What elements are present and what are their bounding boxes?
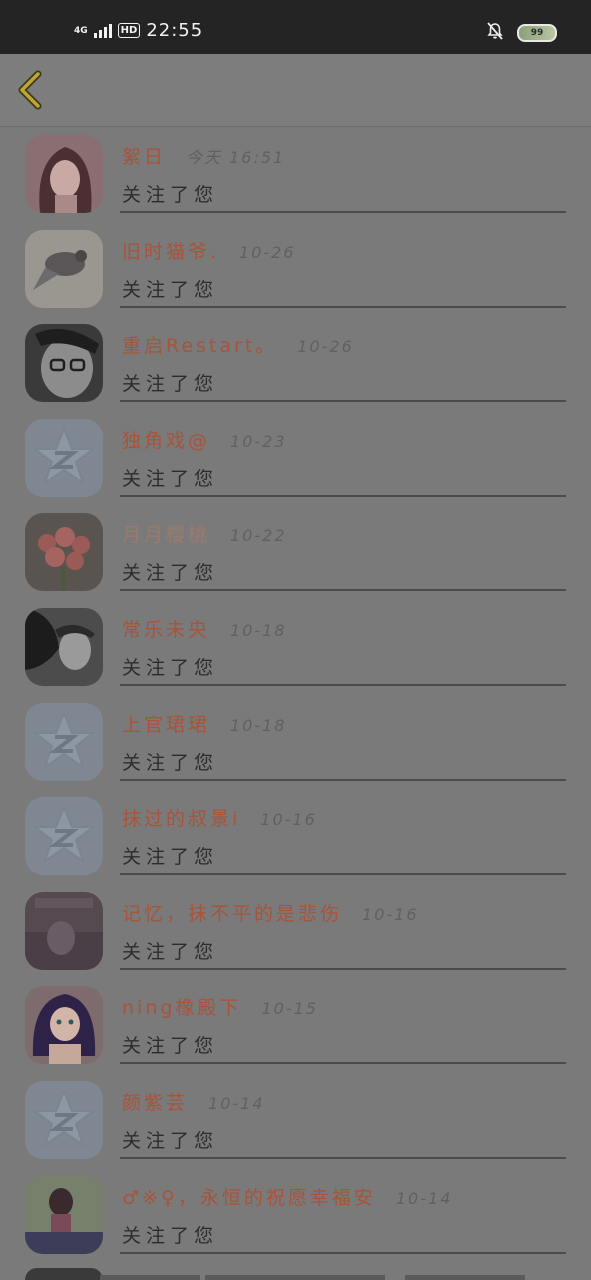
divider	[120, 1251, 566, 1254]
mute-bell-icon	[487, 22, 503, 44]
follower-name[interactable]: 月月樱桃	[122, 520, 210, 547]
follower-list: 絮日 今天 16:51 关注了您 旧时猫爷. 10-26 关注了您 重启Restart。 10…	[0, 128, 591, 1263]
status-time: 22:55	[146, 20, 204, 41]
divider	[120, 778, 566, 781]
avatar[interactable]	[25, 797, 103, 876]
avatar[interactable]	[25, 229, 103, 308]
follow-date: 今天 16:51	[186, 148, 286, 167]
avatar[interactable]	[25, 1175, 103, 1254]
hd-icon: HD	[117, 23, 141, 38]
follower-row[interactable]: 常乐未央 10-18 关注了您	[0, 601, 591, 696]
follow-message: 关注了您	[122, 278, 219, 301]
divider	[120, 305, 566, 308]
partial-row-edge	[405, 1275, 525, 1280]
divider	[120, 589, 566, 592]
avatar[interactable]	[25, 986, 103, 1065]
follow-date: 10-22	[230, 526, 287, 546]
follower-name[interactable]: 独角戏@	[122, 426, 210, 453]
follow-message: 关注了您	[122, 940, 219, 963]
back-arrow-icon[interactable]	[16, 70, 46, 110]
follow-message: 关注了您	[122, 846, 219, 869]
partial-avatar	[25, 1268, 103, 1280]
follower-row[interactable]: 上官珺珺 10-18 关注了您	[0, 696, 591, 791]
follower-row[interactable]: 旧时猫爷. 10-26 关注了您	[0, 223, 591, 318]
follower-name[interactable]: 旧时猫爷.	[122, 237, 219, 264]
follow-message: 关注了您	[122, 656, 219, 679]
signal-icon	[93, 23, 112, 38]
follow-date: 10-18	[230, 715, 287, 735]
follower-row[interactable]: 独角戏@ 10-23 关注了您	[0, 412, 591, 507]
follower-row[interactable]: 颜紫芸 10-14 关注了您	[0, 1074, 591, 1169]
follower-row[interactable]: 絮日 今天 16:51 关注了您	[0, 128, 591, 223]
follow-date: 10-26	[239, 242, 296, 262]
follower-row[interactable]: 记忆，抹不平的是悲伤 10-16 关注了您	[0, 885, 591, 980]
follow-date: 10-16	[260, 810, 317, 830]
follower-row[interactable]: 抹过的叔景i 10-16 关注了您	[0, 790, 591, 885]
avatar[interactable]	[25, 418, 103, 497]
follow-date: 10-18	[230, 620, 287, 640]
follow-date: 10-16	[362, 904, 419, 924]
follower-row[interactable]: ♂※♀，永恒的祝愿幸福安 10-14 关注了您	[0, 1169, 591, 1264]
follower-row[interactable]: ning橡殿下 10-15 关注了您	[0, 979, 591, 1074]
divider	[120, 211, 566, 213]
follow-date: 10-23	[230, 431, 287, 451]
follow-message: 关注了您	[122, 184, 219, 206]
divider	[120, 494, 566, 497]
avatar[interactable]	[25, 891, 103, 970]
divider	[120, 683, 566, 686]
follow-date: 10-14	[208, 1093, 265, 1113]
divider	[120, 1062, 566, 1065]
follow-date: 10-15	[261, 999, 318, 1019]
status-bar: 4G HD 22:55 99	[0, 0, 591, 54]
follow-message: 关注了您	[122, 751, 219, 774]
avatar[interactable]	[25, 1080, 103, 1159]
follower-name[interactable]: ♂※♀，永恒的祝愿幸福安	[122, 1183, 376, 1210]
battery-icon: 99	[517, 24, 557, 42]
divider	[120, 873, 566, 876]
partial-row-edge	[100, 1275, 200, 1280]
follower-row[interactable]: 月月樱桃 10-22 关注了您	[0, 506, 591, 601]
follower-row[interactable]: 重启Restart。 10-26 关注了您	[0, 317, 591, 412]
follow-date: 10-26	[297, 337, 354, 357]
avatar[interactable]	[25, 135, 103, 213]
follower-name[interactable]: 絮日	[122, 142, 166, 169]
avatar[interactable]	[25, 702, 103, 781]
divider	[120, 400, 566, 403]
divider	[120, 1156, 566, 1159]
follow-message: 关注了您	[122, 1129, 219, 1152]
follow-message: 关注了您	[122, 467, 219, 490]
divider	[120, 967, 566, 970]
follower-name[interactable]: 常乐未央	[122, 615, 210, 642]
avatar[interactable]	[25, 324, 103, 403]
partial-row-edge	[205, 1275, 385, 1280]
avatar[interactable]	[25, 607, 103, 686]
follower-name[interactable]: 抹过的叔景i	[122, 804, 240, 831]
follow-message: 关注了您	[122, 1035, 219, 1058]
follow-message: 关注了您	[122, 562, 219, 585]
follow-message: 关注了您	[122, 373, 219, 396]
follower-name[interactable]: 记忆，抹不平的是悲伤	[122, 899, 342, 926]
follower-name[interactable]: ning橡殿下	[122, 993, 241, 1020]
follower-name[interactable]: 重启Restart。	[122, 331, 277, 358]
header	[0, 54, 591, 127]
follow-date: 10-14	[395, 1188, 453, 1208]
follower-name[interactable]: 上官珺珺	[122, 710, 210, 737]
follow-message: 关注了您	[122, 1224, 219, 1247]
avatar[interactable]	[25, 513, 103, 592]
network-indicator: 4G	[74, 25, 88, 36]
follower-name[interactable]: 颜紫芸	[122, 1088, 188, 1115]
